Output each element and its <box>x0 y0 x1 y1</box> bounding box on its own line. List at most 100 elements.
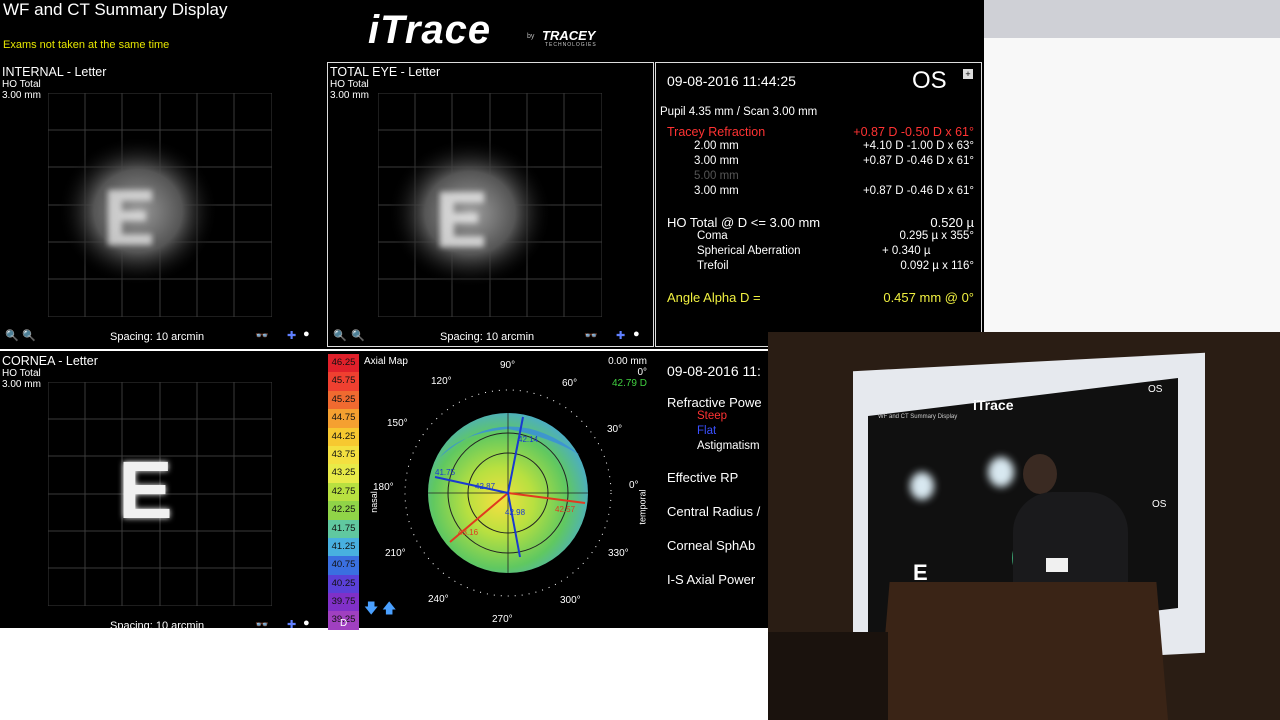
angle-alpha-label: Angle Alpha D = <box>667 290 761 305</box>
flat-label: Flat <box>697 425 717 437</box>
scale-step: 45.25 <box>328 390 359 410</box>
corneal-info-panel: 09-08-2016 11: Refractive Powe Steep Fla… <box>658 352 768 628</box>
degree-label: 270° <box>492 614 513 625</box>
tracey-logo-sub: TECHNOLOGIES <box>545 42 597 48</box>
slide-logo: iTrace <box>973 397 1014 413</box>
scale-step: 41.75 <box>328 519 359 538</box>
glasses-icon[interactable]: 👓 <box>255 618 269 631</box>
panel-sub-size: 3.00 mm <box>330 90 369 101</box>
name-badge <box>1046 558 1068 572</box>
scale-step: 42.25 <box>328 501 359 520</box>
psf-grid <box>378 93 602 317</box>
degree-label: 90° <box>500 360 516 371</box>
panel-title: CORNEA - Letter <box>2 354 98 368</box>
psf-grid <box>48 93 272 317</box>
zoom-out-icon[interactable]: 🔍 <box>333 329 347 342</box>
slide-eye: OS <box>1148 384 1163 395</box>
map-title: Axial Map <box>364 356 408 367</box>
map-offset: 0.00 mm <box>608 356 647 367</box>
spacing-label: Spacing: 10 arcmin <box>110 620 205 632</box>
degree-label: 210° <box>385 548 406 559</box>
wavefront-info-panel: 09-08-2016 11:44:25 OS + Pupil 4.35 mm /… <box>655 62 982 347</box>
trefoil-label: Trefoil <box>697 260 729 272</box>
coma-value: 0.295 µ x 355° <box>899 230 974 242</box>
crosshair-icon[interactable]: ✚ <box>287 618 296 631</box>
panel-sub-ho: HO Total <box>330 79 369 90</box>
logo-by: by <box>527 33 535 40</box>
zoom-in-icon[interactable]: 🔍 <box>351 329 365 342</box>
is-axial-power-label: I-S Axial Power <box>667 572 756 587</box>
refraction-row-label: 3.00 mm <box>694 155 739 167</box>
scale-step: 44.25 <box>328 427 359 446</box>
steep-label: Steep <box>697 410 728 422</box>
refraction-row-value: +0.87 D -0.46 D x 61° <box>862 185 974 197</box>
zoom-in-icon[interactable]: 🔍 <box>22 329 36 342</box>
ho-total-value: 0.520 µ <box>930 215 974 230</box>
ho-total-label: HO Total @ D <= 3.00 mm <box>667 215 821 230</box>
nasal-label: nasal <box>368 491 379 513</box>
panel-title: TOTAL EYE - Letter <box>330 65 441 79</box>
trefoil-value: 0.092 µ x 116° <box>900 260 974 272</box>
ct-datetime: 09-08-2016 11: <box>667 363 761 379</box>
window-title: WF and CT Summary Display <box>3 0 228 19</box>
spacing-label: Spacing: 10 arcmin <box>440 331 535 343</box>
degree-label: 150° <box>387 418 408 429</box>
panel-sub-size: 3.00 mm <box>2 379 41 390</box>
presenter-head <box>1023 454 1057 494</box>
expand-icon[interactable]: + <box>963 69 973 79</box>
degree-label: 60° <box>562 378 578 389</box>
panel-sub-ho: HO Total <box>2 79 41 90</box>
crosshair-icon[interactable]: ✚ <box>616 329 625 342</box>
glasses-icon[interactable]: 👓 <box>255 329 269 342</box>
scale-step: 43.25 <box>328 464 359 483</box>
axial-map-panel[interactable]: Axial Map 0.00 mm 0° 42.79 D 42.57 43.16 <box>325 352 655 628</box>
circle-icon[interactable]: ● <box>633 328 640 340</box>
arrow-up-icon[interactable]: 🡅 <box>382 598 396 622</box>
coma-label: Coma <box>697 230 728 242</box>
spacing-label: Spacing: 10 arcmin <box>110 331 205 343</box>
scale-step: 42.75 <box>328 482 359 502</box>
slide-psf-blob <box>988 457 1014 487</box>
panel-sub-size: 3.00 mm <box>2 90 41 101</box>
tracey-logo: TRACEY <box>542 28 596 43</box>
astigmatism-label: Astigmatism <box>697 440 760 452</box>
steep-value: 42.98 <box>505 508 526 517</box>
circle-icon[interactable]: ● <box>303 328 310 340</box>
cornea-panel[interactable]: CORNEA - Letter HO Total 3.00 mm E Spaci… <box>0 352 322 632</box>
steep-value: 42.57 <box>555 505 576 514</box>
video-top-bar <box>984 0 1280 38</box>
panel-sub-ho: HO Total <box>2 368 41 379</box>
scale-step: 41.25 <box>328 537 359 557</box>
glasses-icon[interactable]: 👓 <box>584 329 598 342</box>
refraction-value: +0.87 D -0.50 D x 61° <box>853 125 974 139</box>
video-background <box>984 38 1280 332</box>
scale-step: 44.75 <box>328 409 359 428</box>
exam-datetime: 09-08-2016 11:44:25 <box>667 73 796 89</box>
circle-icon[interactable]: ● <box>303 617 310 629</box>
internal-panel[interactable]: INTERNAL - Letter HO Total 3.00 mm 🔍 🔍 S… <box>0 63 322 346</box>
scale-unit: D <box>340 618 348 629</box>
refraction-row-label: 5.00 mm <box>694 170 739 182</box>
refraction-label: Tracey Refraction <box>667 125 766 139</box>
central-radius-label: Central Radius / <box>667 504 761 519</box>
slide-psf-blob <box>910 472 934 500</box>
presenter-video-inset: WF and CT Summary Display iTrace OS OS E <box>768 332 1280 720</box>
total-eye-panel[interactable]: TOTAL EYE - Letter HO Total 3.00 mm 🔍 🔍 … <box>327 62 654 347</box>
arrow-down-icon[interactable]: 🡇 <box>364 598 378 622</box>
crosshair-icon[interactable]: ✚ <box>287 329 296 342</box>
eye-label: OS <box>912 67 947 94</box>
slide-title: WF and CT Summary Display <box>878 414 958 420</box>
refractive-power-label: Refractive Powe <box>667 395 762 410</box>
refraction-row-label: 3.00 mm <box>694 185 739 197</box>
zoom-out-icon[interactable]: 🔍 <box>5 329 19 342</box>
degree-label: 30° <box>607 424 623 435</box>
pupil-scan: Pupil 4.35 mm / Scan 3.00 mm <box>660 106 818 118</box>
refraction-row-value: +0.87 D -0.46 D x 61° <box>862 155 974 167</box>
flat-value: 42.87 <box>475 482 496 491</box>
scale-step: 43.75 <box>328 445 359 465</box>
slide-eye: OS <box>1152 499 1167 510</box>
color-scale: 46.25 45.75 45.25 44.75 44.25 43.75 43.2… <box>328 354 359 630</box>
degree-label: 300° <box>560 595 581 606</box>
axial-map-plot[interactable]: 42.57 43.16 42.98 41.75 42.87 42.14 <box>380 367 640 629</box>
degree-label: 120° <box>431 376 452 387</box>
